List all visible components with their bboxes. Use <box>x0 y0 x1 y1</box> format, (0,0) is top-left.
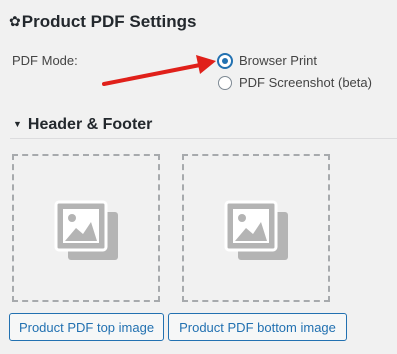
top-image-placeholder[interactable] <box>12 154 160 302</box>
bottom-image-placeholder[interactable] <box>182 154 330 302</box>
divider <box>10 138 397 139</box>
image-placeholder-icon <box>54 200 118 260</box>
product-pdf-top-image-button[interactable]: Product PDF top image <box>9 313 164 341</box>
accordion-title: Header & Footer <box>27 116 153 133</box>
product-pdf-bottom-image-button[interactable]: Product PDF bottom image <box>168 313 347 341</box>
caret-down-icon: ▼ <box>13 119 22 129</box>
image-placeholder-icon <box>224 200 288 260</box>
header-footer-accordion[interactable]: ▼ Header & Footer <box>13 116 152 134</box>
